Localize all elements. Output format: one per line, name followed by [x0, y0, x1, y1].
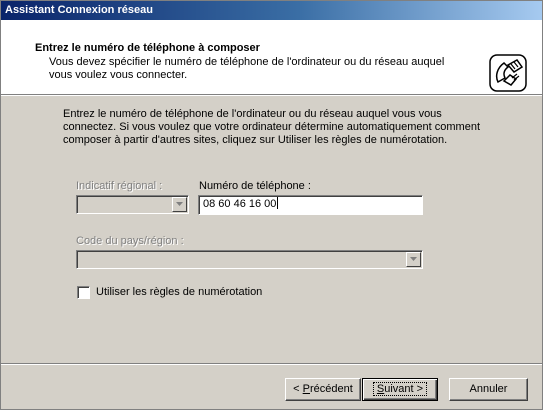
next-button[interactable]: Suivant > [362, 378, 438, 401]
phone-number-label: Numéro de téléphone : [199, 180, 311, 192]
footer-separator [1, 363, 542, 365]
dialing-rules-label[interactable]: Utiliser les règles de numérotation [96, 286, 262, 299]
wizard-header: Entrez le numéro de téléphone à composer… [1, 20, 542, 95]
text-caret [277, 197, 279, 209]
phone-number-value: 08 60 46 16 00 [203, 198, 277, 210]
chevron-down-icon [176, 202, 183, 206]
chevron-down-icon [410, 257, 417, 261]
area-code-combobox [76, 195, 189, 214]
country-code-combobox [76, 250, 423, 269]
back-button[interactable]: < Précédent [285, 378, 361, 401]
area-code-dropdown-button [172, 197, 187, 212]
instructions-text: Entrez le numéro de téléphone de l'ordin… [63, 108, 481, 146]
title-bar[interactable]: Assistant Connexion réseau [1, 1, 542, 20]
focus-rect: Suivant > [372, 382, 428, 396]
phone-icon [489, 54, 527, 92]
area-code-label: Indicatif régional : [76, 180, 163, 192]
cancel-button[interactable]: Annuler [449, 378, 528, 401]
phone-number-input[interactable]: 08 60 46 16 00 [198, 195, 423, 215]
country-code-label: Code du pays/région : [76, 235, 184, 247]
header-title: Entrez le numéro de téléphone à composer [35, 42, 260, 54]
window-title: Assistant Connexion réseau [5, 4, 153, 16]
header-subtitle: Vous devez spécifier le numéro de téléph… [49, 56, 445, 81]
network-connection-wizard-dialog: Assistant Connexion réseau Entrez le num… [0, 0, 543, 410]
country-code-dropdown-button [406, 252, 421, 267]
dialing-rules-checkbox[interactable] [77, 286, 90, 299]
